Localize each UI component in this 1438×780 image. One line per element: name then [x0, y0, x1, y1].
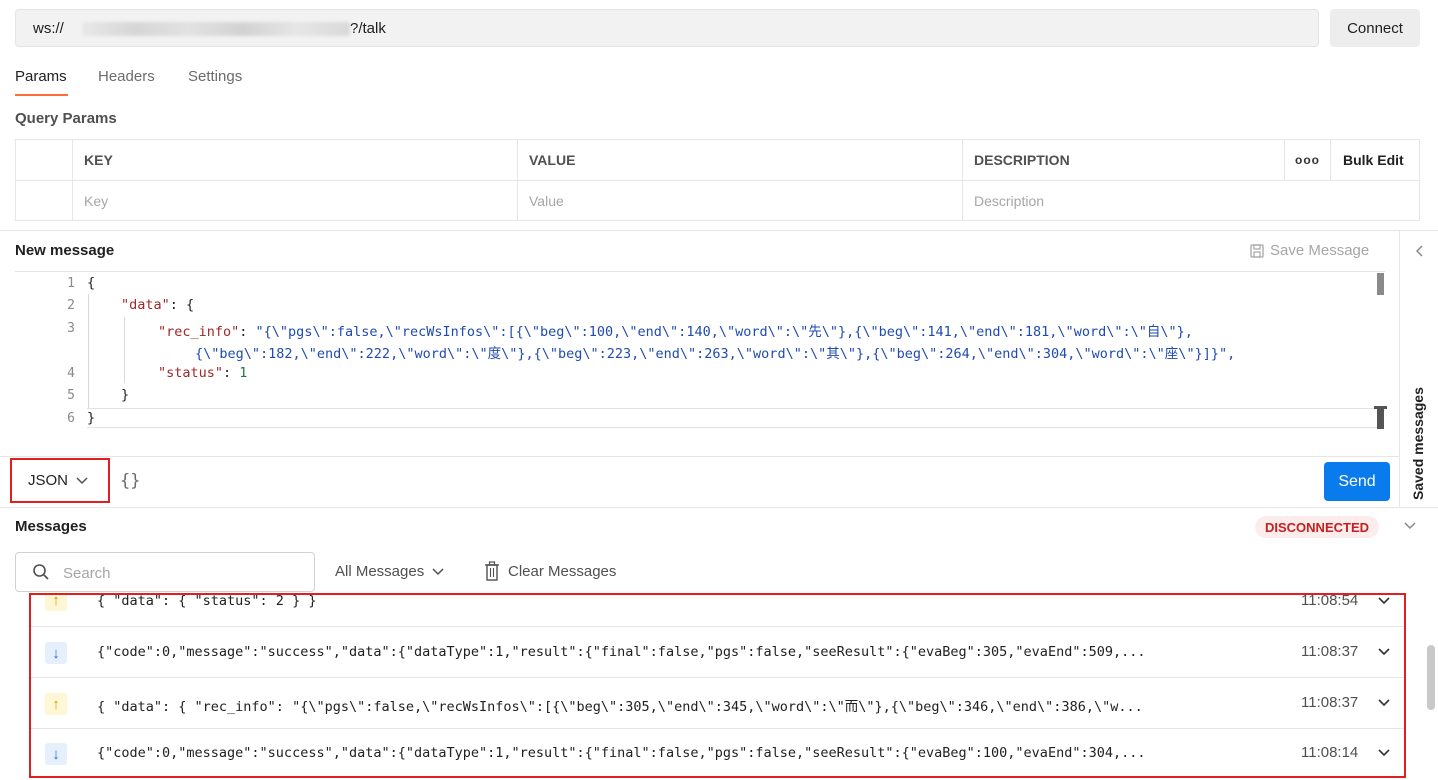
editor-overview-marker [1377, 409, 1384, 429]
line-number: 3 [67, 321, 75, 336]
save-message-label: Save Message [1270, 242, 1370, 259]
params-empty-row: Key Value Description [16, 181, 1419, 221]
line-number: 5 [67, 388, 75, 403]
chevron-left-icon[interactable] [1414, 244, 1426, 258]
active-tab-indicator [15, 94, 68, 96]
line-number: 2 [67, 298, 75, 313]
messages-divider [0, 507, 1438, 508]
line-number: 6 [67, 411, 75, 426]
format-select[interactable]: JSON [10, 458, 110, 503]
tab-params[interactable]: Params [15, 68, 67, 85]
clear-messages-button[interactable]: Clear Messages [484, 561, 616, 581]
format-select-value: JSON [28, 472, 69, 489]
code-line-1: { [87, 275, 96, 291]
params-description-header: DESCRIPTION [963, 140, 1285, 180]
message-editor[interactable]: 1 2 3 4 5 6 { "data": { "rec_info": "{\"… [15, 271, 1387, 458]
code-line-6: } [87, 410, 96, 426]
params-header-row: KEY VALUE DESCRIPTION ooo Bulk Edit [16, 140, 1419, 181]
message-time: 11:08:37 [1301, 643, 1359, 660]
bulk-edit-label: Bulk Edit [1343, 152, 1404, 168]
code-line-3-wrap: {\"beg\":182,\"end\":222,\"word\":\"度\"}… [195, 346, 1236, 362]
params-key-header: KEY [73, 140, 518, 180]
params-row-checkbox-cell [16, 181, 73, 221]
chevron-down-icon[interactable] [1377, 746, 1391, 760]
new-message-title: New message [15, 242, 115, 259]
chevron-down-icon [76, 476, 88, 484]
tab-headers[interactable]: Headers [98, 68, 155, 85]
message-time: 11:08:14 [1301, 744, 1359, 761]
chevron-down-icon[interactable] [1403, 521, 1417, 531]
param-description-input[interactable]: Description [963, 181, 1419, 221]
saved-messages-label: Saved messages [1410, 387, 1426, 500]
message-time: 11:08:37 [1301, 694, 1359, 711]
param-value-input[interactable]: Value [518, 181, 963, 221]
saved-messages-tab[interactable]: Saved messages [1410, 375, 1430, 500]
chevron-down-icon [432, 567, 444, 575]
search-icon [33, 564, 49, 580]
line-number: 4 [67, 366, 75, 381]
message-filter-label: All Messages [335, 563, 425, 580]
connect-button[interactable]: Connect [1330, 9, 1420, 47]
param-key-input[interactable]: Key [73, 181, 518, 221]
arrow-down-icon: ↓ [45, 642, 67, 664]
message-row[interactable]: ↓ {"code":0,"message":"success","data":{… [31, 627, 1404, 678]
url-host-redacted [82, 22, 350, 36]
message-row[interactable]: ↓ {"code":0,"message":"success","data":{… [31, 729, 1404, 776]
section-divider [0, 230, 1438, 231]
save-icon [1250, 243, 1264, 258]
save-message-button[interactable]: Save Message [1250, 242, 1369, 259]
search-input[interactable] [61, 562, 305, 584]
code-line-5: } [121, 387, 130, 403]
beautify-icon[interactable]: {} [120, 471, 140, 491]
more-options-button[interactable]: ooo [1285, 140, 1331, 180]
message-list: ↑ { "data": { "status": 2 } } 11:08:54 ↓… [29, 593, 1406, 778]
current-line-highlight [87, 408, 1377, 428]
messages-title: Messages [15, 518, 87, 535]
message-row[interactable]: ↑ { "data": { "status": 2 } } 11:08:54 [31, 595, 1404, 627]
arrow-up-icon: ↑ [45, 595, 67, 611]
line-number: 1 [67, 276, 75, 291]
message-text: {"code":0,"message":"success","data":{"d… [97, 644, 1146, 660]
editor-scrollbar-thumb[interactable] [1377, 273, 1384, 295]
trash-icon [485, 561, 499, 581]
bulk-edit-button[interactable]: Bulk Edit [1331, 140, 1419, 180]
send-button[interactable]: Send [1324, 462, 1390, 501]
message-text: { "data": { "status": 2 } } [97, 595, 317, 609]
code-line-4: "status": 1 [158, 365, 248, 381]
connection-status-badge: DISCONNECTED [1255, 516, 1380, 538]
more-horizontal-icon: ooo [1295, 153, 1320, 167]
message-time: 11:08:54 [1301, 595, 1359, 609]
sidebar-divider [1399, 231, 1400, 507]
chevron-down-icon[interactable] [1377, 595, 1391, 608]
chevron-down-icon[interactable] [1377, 696, 1391, 710]
message-search[interactable] [15, 552, 315, 592]
params-value-header: VALUE [518, 140, 963, 180]
editor-divider [0, 456, 1399, 457]
indent-guide [88, 294, 89, 408]
tab-settings[interactable]: Settings [188, 68, 242, 85]
message-row[interactable]: ↑ { "data": { "rec_info": "{\"pgs\":fals… [31, 678, 1404, 729]
url-input[interactable]: ws:// ?/talk [15, 9, 1319, 47]
message-text: { "data": { "rec_info": "{\"pgs\":false,… [97, 699, 1143, 715]
url-path: ?/talk [350, 20, 386, 37]
code-line-2: "data": { [121, 297, 195, 313]
indent-guide [124, 317, 125, 383]
clear-messages-label: Clear Messages [508, 562, 617, 580]
code-line-3: "rec_info": "{\"pgs\":false,\"recWsInfos… [158, 324, 1193, 340]
message-text: {"code":0,"message":"success","data":{"d… [97, 745, 1146, 761]
params-checkbox-col [16, 140, 73, 180]
query-params-table: KEY VALUE DESCRIPTION ooo Bulk Edit Key … [15, 139, 1420, 221]
query-params-title: Query Params [15, 110, 117, 127]
page-scrollbar-thumb[interactable] [1427, 645, 1435, 710]
arrow-up-icon: ↑ [45, 693, 67, 715]
message-filter-dropdown[interactable]: All Messages [335, 563, 444, 580]
url-scheme: ws:// [33, 20, 64, 37]
chevron-down-icon[interactable] [1377, 645, 1391, 659]
arrow-down-icon: ↓ [45, 743, 67, 765]
